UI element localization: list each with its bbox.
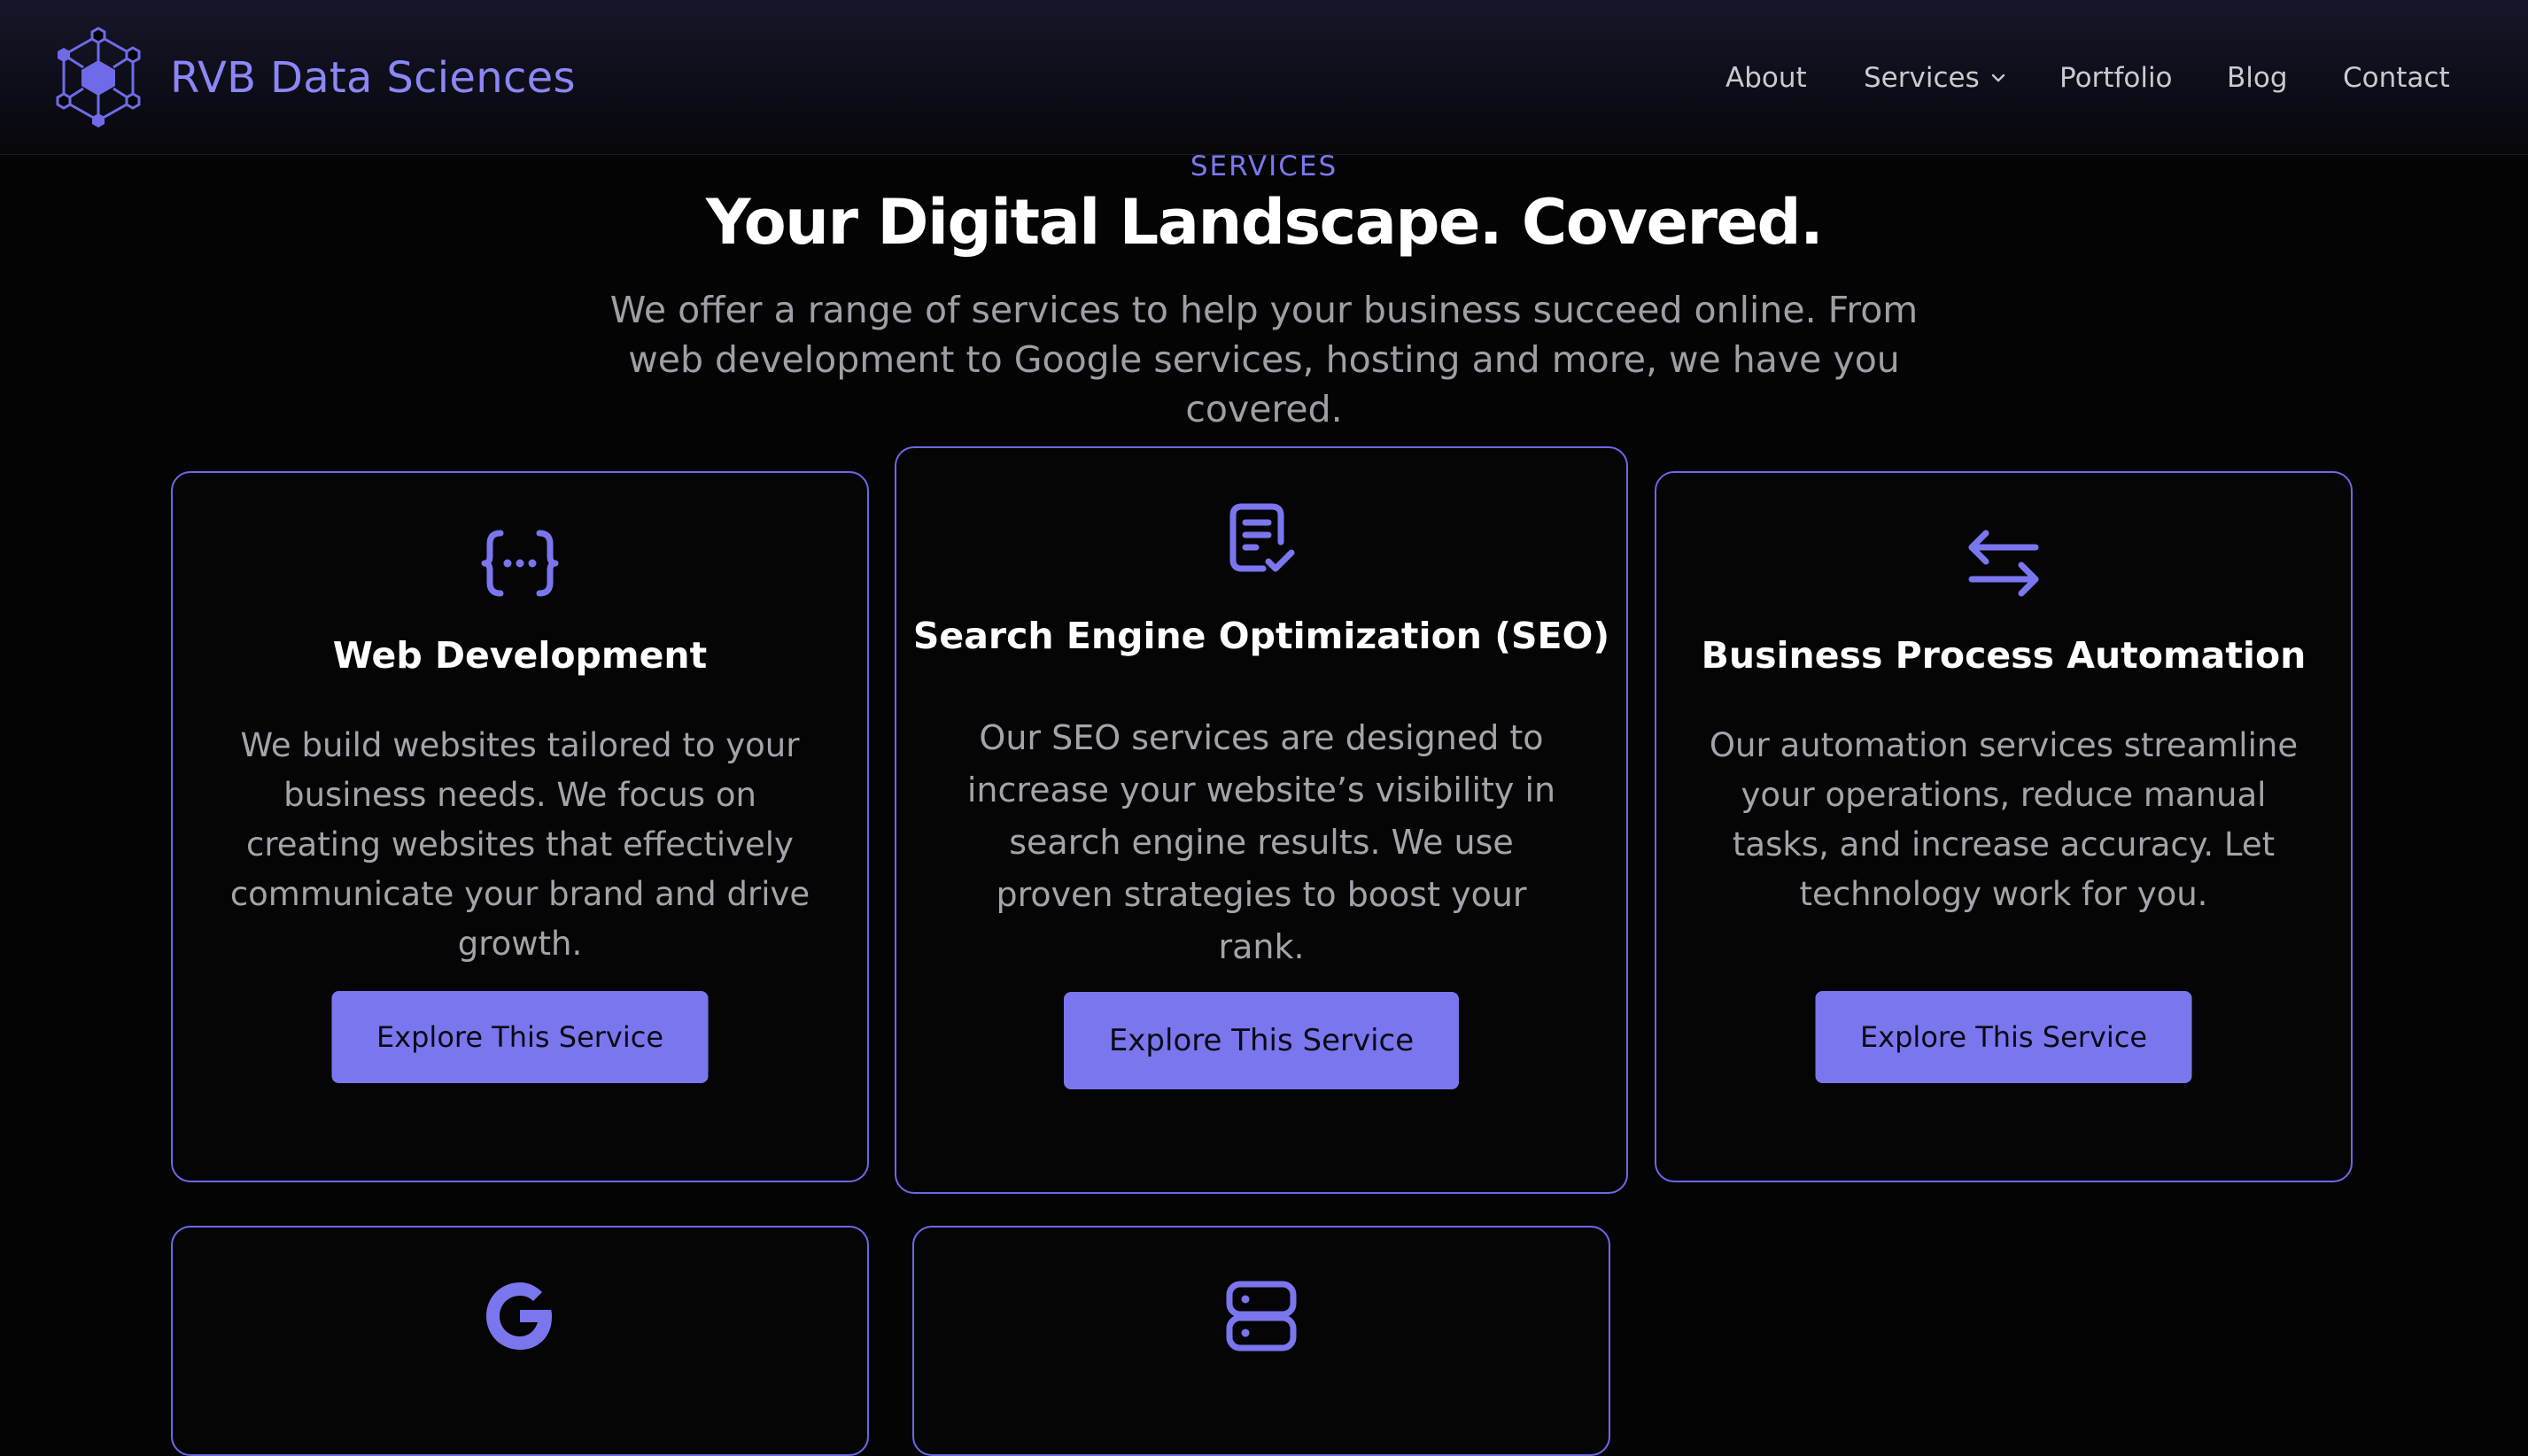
nav-contact-link[interactable]: Contact xyxy=(2343,62,2450,94)
nav-blog-link[interactable]: Blog xyxy=(2227,62,2288,94)
service-card-business-process-automation: Business Process Automation Our automati… xyxy=(1655,471,2353,1182)
service-card-google xyxy=(171,1226,869,1456)
card-description: We build websites tailored to your busin… xyxy=(229,726,810,963)
nav-about-link[interactable]: About xyxy=(1725,62,1807,94)
nav-services-dropdown[interactable]: Services xyxy=(1864,62,2008,94)
chevron-down-icon xyxy=(1991,74,2005,82)
nav-portfolio-label: Portfolio xyxy=(2059,62,2173,94)
nav-contact-label: Contact xyxy=(2343,62,2450,94)
server-icon xyxy=(1226,1281,1297,1351)
service-card-seo: Search Engine Optimization (SEO) Our SEO… xyxy=(895,446,1628,1194)
arrows-exchange-icon xyxy=(1968,530,2039,597)
service-card-web-development: Web Development We build websites tailor… xyxy=(171,471,869,1182)
explore-automation-button[interactable]: Explore This Service xyxy=(1815,991,2192,1083)
section-title: Your Digital Landscape. Covered. xyxy=(705,186,1824,259)
section-subtitle: We offer a range of services to help you… xyxy=(609,289,1919,430)
explore-seo-button[interactable]: Explore This Service xyxy=(1064,992,1459,1089)
card-description: Our automation services streamline your … xyxy=(1709,726,2299,913)
card-title: Search Engine Optimization (SEO) xyxy=(912,615,1610,657)
section-eyebrow: SERVICES xyxy=(1190,151,1338,182)
google-icon xyxy=(486,1282,552,1350)
explore-web-development-button[interactable]: Explore This Service xyxy=(331,991,709,1083)
code-braces-icon xyxy=(481,530,559,597)
main-nav: About Services Portfolio Blog Contact xyxy=(0,0,2528,155)
document-check-icon xyxy=(1229,503,1295,572)
nav-services-label: Services xyxy=(1864,62,1980,94)
card-title: Business Process Automation xyxy=(1701,634,2307,677)
nav-about-label: About xyxy=(1725,62,1807,94)
card-description: Our SEO services are designed to increas… xyxy=(966,718,1556,966)
top-navbar: RVB Data Sciences About Services Portfol… xyxy=(0,0,2528,155)
nav-portfolio-link[interactable]: Portfolio xyxy=(2059,62,2173,94)
nav-blog-label: Blog xyxy=(2227,62,2288,94)
card-title: Web Development xyxy=(332,634,708,677)
service-card-hosting xyxy=(912,1226,1610,1456)
